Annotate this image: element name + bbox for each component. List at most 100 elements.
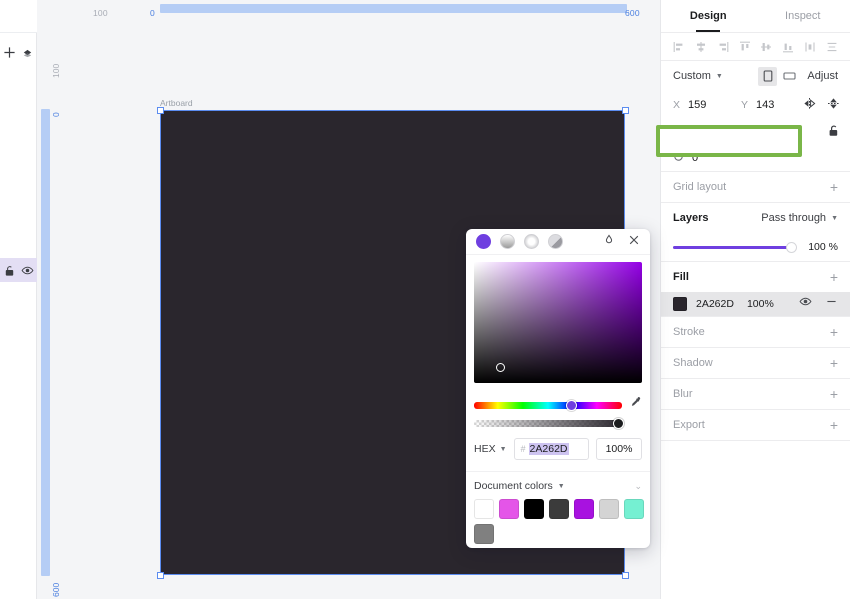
add-fill-button[interactable]: + — [830, 270, 838, 284]
export-section: Export + — [661, 410, 850, 441]
hue-slider-knob[interactable] — [565, 399, 577, 411]
horizontal-ruler[interactable]: 100 0 600 — [37, 0, 660, 22]
align-bottom-icon[interactable] — [782, 41, 794, 53]
stroke-section: Stroke + — [661, 317, 850, 348]
color-swatch[interactable] — [549, 499, 569, 519]
right-properties-panel: Design Inspect Custom ▼ Adjust X 159 Y 1… — [656, 0, 850, 599]
color-swatch[interactable] — [474, 524, 494, 544]
collapse-chevron-icon[interactable]: ⌄ — [634, 481, 642, 492]
eye-icon[interactable] — [799, 295, 812, 313]
rotation-row[interactable]: 0° — [661, 145, 850, 171]
add-icon[interactable] — [3, 46, 16, 59]
align-center-vertical-icon[interactable] — [760, 41, 772, 53]
grid-layout-section: Grid layout + — [661, 172, 850, 203]
align-right-icon[interactable] — [717, 41, 729, 53]
height-field[interactable]: H 600 — [741, 126, 774, 138]
document-colors-swatches — [474, 499, 644, 544]
hex-input[interactable]: # 2A262D — [513, 438, 589, 460]
eyedropper-icon[interactable] — [603, 233, 615, 251]
fill-hex-value[interactable]: 2A262D — [696, 298, 734, 310]
add-grid-layout-button[interactable]: + — [830, 180, 838, 194]
resize-handle-top-left[interactable] — [157, 107, 164, 114]
align-top-icon[interactable] — [739, 41, 751, 53]
portrait-icon[interactable] — [758, 66, 778, 86]
radial-gradient-mode-icon[interactable] — [524, 234, 539, 249]
eye-icon[interactable] — [21, 264, 34, 277]
blend-mode-dropdown[interactable]: Pass through ▼ — [761, 212, 838, 224]
vertical-ruler[interactable]: 100 0 600 — [37, 22, 61, 599]
chevron-down-icon: ▼ — [715, 72, 723, 80]
opacity-slider-knob[interactable] — [786, 241, 797, 253]
saturation-value-area[interactable] — [474, 262, 642, 383]
alpha-row — [474, 418, 642, 429]
x-field[interactable]: X 159 — [673, 99, 706, 111]
color-swatch[interactable] — [624, 499, 644, 519]
lock-icon[interactable] — [3, 264, 16, 277]
resize-handle-bottom-right[interactable] — [622, 572, 629, 579]
align-left-icon[interactable] — [673, 41, 685, 53]
unlock-icon[interactable] — [827, 124, 840, 140]
color-swatch[interactable] — [599, 499, 619, 519]
eyedropper-icon[interactable] — [629, 396, 642, 414]
opacity-value[interactable]: 100 % — [804, 241, 838, 253]
layers-icon[interactable] — [21, 46, 34, 59]
add-shadow-button[interactable]: + — [830, 356, 838, 370]
blur-header: Blur + — [661, 379, 850, 409]
grid-layout-title: Grid layout — [673, 181, 727, 193]
y-field[interactable]: Y 143 — [741, 99, 774, 111]
left-rail-tools — [0, 40, 37, 64]
landscape-icon[interactable] — [780, 67, 799, 86]
fill-item-controls — [799, 295, 838, 313]
left-rail-header — [0, 0, 37, 33]
layer-list-item[interactable] — [0, 258, 37, 282]
color-format-dropdown[interactable]: HEX ▼ — [474, 443, 507, 455]
minus-icon[interactable] — [825, 295, 838, 313]
ruler-h-label-100: 100 — [93, 8, 108, 18]
color-swatch[interactable] — [574, 499, 594, 519]
artboard-label[interactable]: Artboard — [160, 98, 193, 108]
width-field[interactable]: W 600 — [673, 126, 706, 138]
add-export-button[interactable]: + — [830, 418, 838, 432]
resize-handle-bottom-left[interactable] — [157, 572, 164, 579]
image-fill-mode-icon[interactable] — [548, 234, 563, 249]
preset-section: Custom ▼ Adjust X 159 Y 143 W 600 H 600 … — [661, 61, 850, 172]
flip-vertical-icon[interactable] — [827, 97, 840, 113]
flip-horizontal-icon[interactable] — [803, 97, 816, 113]
document-colors-label[interactable]: Document colors — [474, 480, 553, 492]
solid-color-mode-icon[interactable] — [476, 234, 491, 249]
vertical-ruler-selection — [41, 109, 50, 576]
fill-color-swatch[interactable] — [673, 297, 687, 311]
resize-handle-top-right[interactable] — [622, 107, 629, 114]
fill-item-row[interactable]: 2A262D 100% — [661, 292, 850, 316]
add-blur-button[interactable]: + — [830, 387, 838, 401]
fill-opacity-value[interactable]: 100% — [747, 298, 774, 310]
align-center-horizontal-icon[interactable] — [695, 41, 707, 53]
alpha-input[interactable]: 100% — [596, 438, 642, 460]
distribute-horizontal-icon[interactable] — [804, 41, 816, 53]
tab-inspect[interactable]: Inspect — [756, 0, 850, 32]
color-swatch[interactable] — [499, 499, 519, 519]
color-swatch[interactable] — [474, 499, 494, 519]
adjust-button[interactable]: Adjust — [807, 70, 838, 82]
alpha-slider-knob[interactable] — [613, 418, 624, 429]
close-icon[interactable] — [628, 233, 640, 251]
chevron-down-icon[interactable]: ▼ — [558, 483, 565, 490]
add-stroke-button[interactable]: + — [830, 325, 838, 339]
tab-design[interactable]: Design — [661, 0, 756, 32]
preset-dropdown[interactable]: Custom ▼ — [673, 70, 723, 82]
linear-gradient-mode-icon[interactable] — [500, 234, 515, 249]
chevron-down-icon: ▼ — [499, 445, 507, 453]
export-header: Export + — [661, 410, 850, 440]
color-swatch[interactable] — [524, 499, 544, 519]
blur-section: Blur + — [661, 379, 850, 410]
hue-slider[interactable] — [474, 399, 622, 411]
distribute-vertical-icon[interactable] — [826, 41, 838, 53]
saturation-value-cursor[interactable] — [496, 363, 505, 372]
alpha-slider[interactable] — [474, 418, 624, 429]
height-value: 600 — [756, 125, 775, 138]
opacity-slider[interactable] — [673, 241, 797, 253]
opacity-row: 100 % — [661, 233, 850, 261]
horizontal-ruler-selection — [160, 4, 627, 13]
design-app-window: 100 0 600 100 0 600 Artboard Design Insp… — [0, 0, 850, 599]
panel-tabs: Design Inspect — [661, 0, 850, 33]
